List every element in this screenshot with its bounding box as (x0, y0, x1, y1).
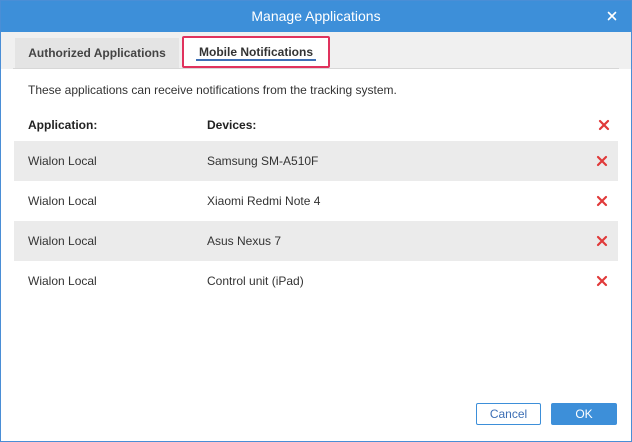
description-text: These applications can receive notificat… (28, 83, 397, 97)
table-row: Wialon Local Xiaomi Redmi Note 4 (14, 181, 618, 221)
row-device: Asus Nexus 7 (207, 234, 282, 248)
delete-icon[interactable] (596, 195, 608, 207)
tab-mobile-notifications-label: Mobile Notifications (199, 45, 313, 59)
tab-bar: Authorized Applications Mobile Notificat… (1, 32, 631, 69)
ok-button[interactable]: OK (551, 403, 617, 425)
table-row: Wialon Local Control unit (iPad) (14, 261, 618, 301)
title-bar: Manage Applications (1, 1, 631, 32)
table-row: Wialon Local Samsung SM-A510F (14, 141, 618, 181)
table-row: Wialon Local Asus Nexus 7 (14, 221, 618, 261)
row-application: Wialon Local (28, 194, 97, 208)
row-application: Wialon Local (28, 274, 97, 288)
row-device: Xiaomi Redmi Note 4 (207, 194, 321, 208)
manage-applications-dialog: Manage Applications Authorized Applicati… (0, 0, 632, 442)
tab-divider (13, 68, 619, 69)
close-icon[interactable] (605, 9, 619, 23)
tab-authorized-applications[interactable]: Authorized Applications (15, 38, 179, 69)
delete-icon[interactable] (596, 235, 608, 247)
header-devices: Devices: (207, 118, 257, 132)
delete-all-icon[interactable] (598, 119, 610, 131)
delete-icon[interactable] (596, 275, 608, 287)
row-application: Wialon Local (28, 154, 97, 168)
delete-icon[interactable] (596, 155, 608, 167)
tab-mobile-notifications[interactable]: Mobile Notifications (182, 36, 330, 68)
header-application: Application: (28, 118, 98, 132)
row-device: Samsung SM-A510F (207, 154, 319, 168)
row-device: Control unit (iPad) (207, 274, 304, 288)
row-application: Wialon Local (28, 234, 97, 248)
dialog-title: Manage Applications (251, 8, 381, 24)
cancel-button[interactable]: Cancel (476, 403, 541, 425)
active-tab-indicator (196, 59, 316, 61)
